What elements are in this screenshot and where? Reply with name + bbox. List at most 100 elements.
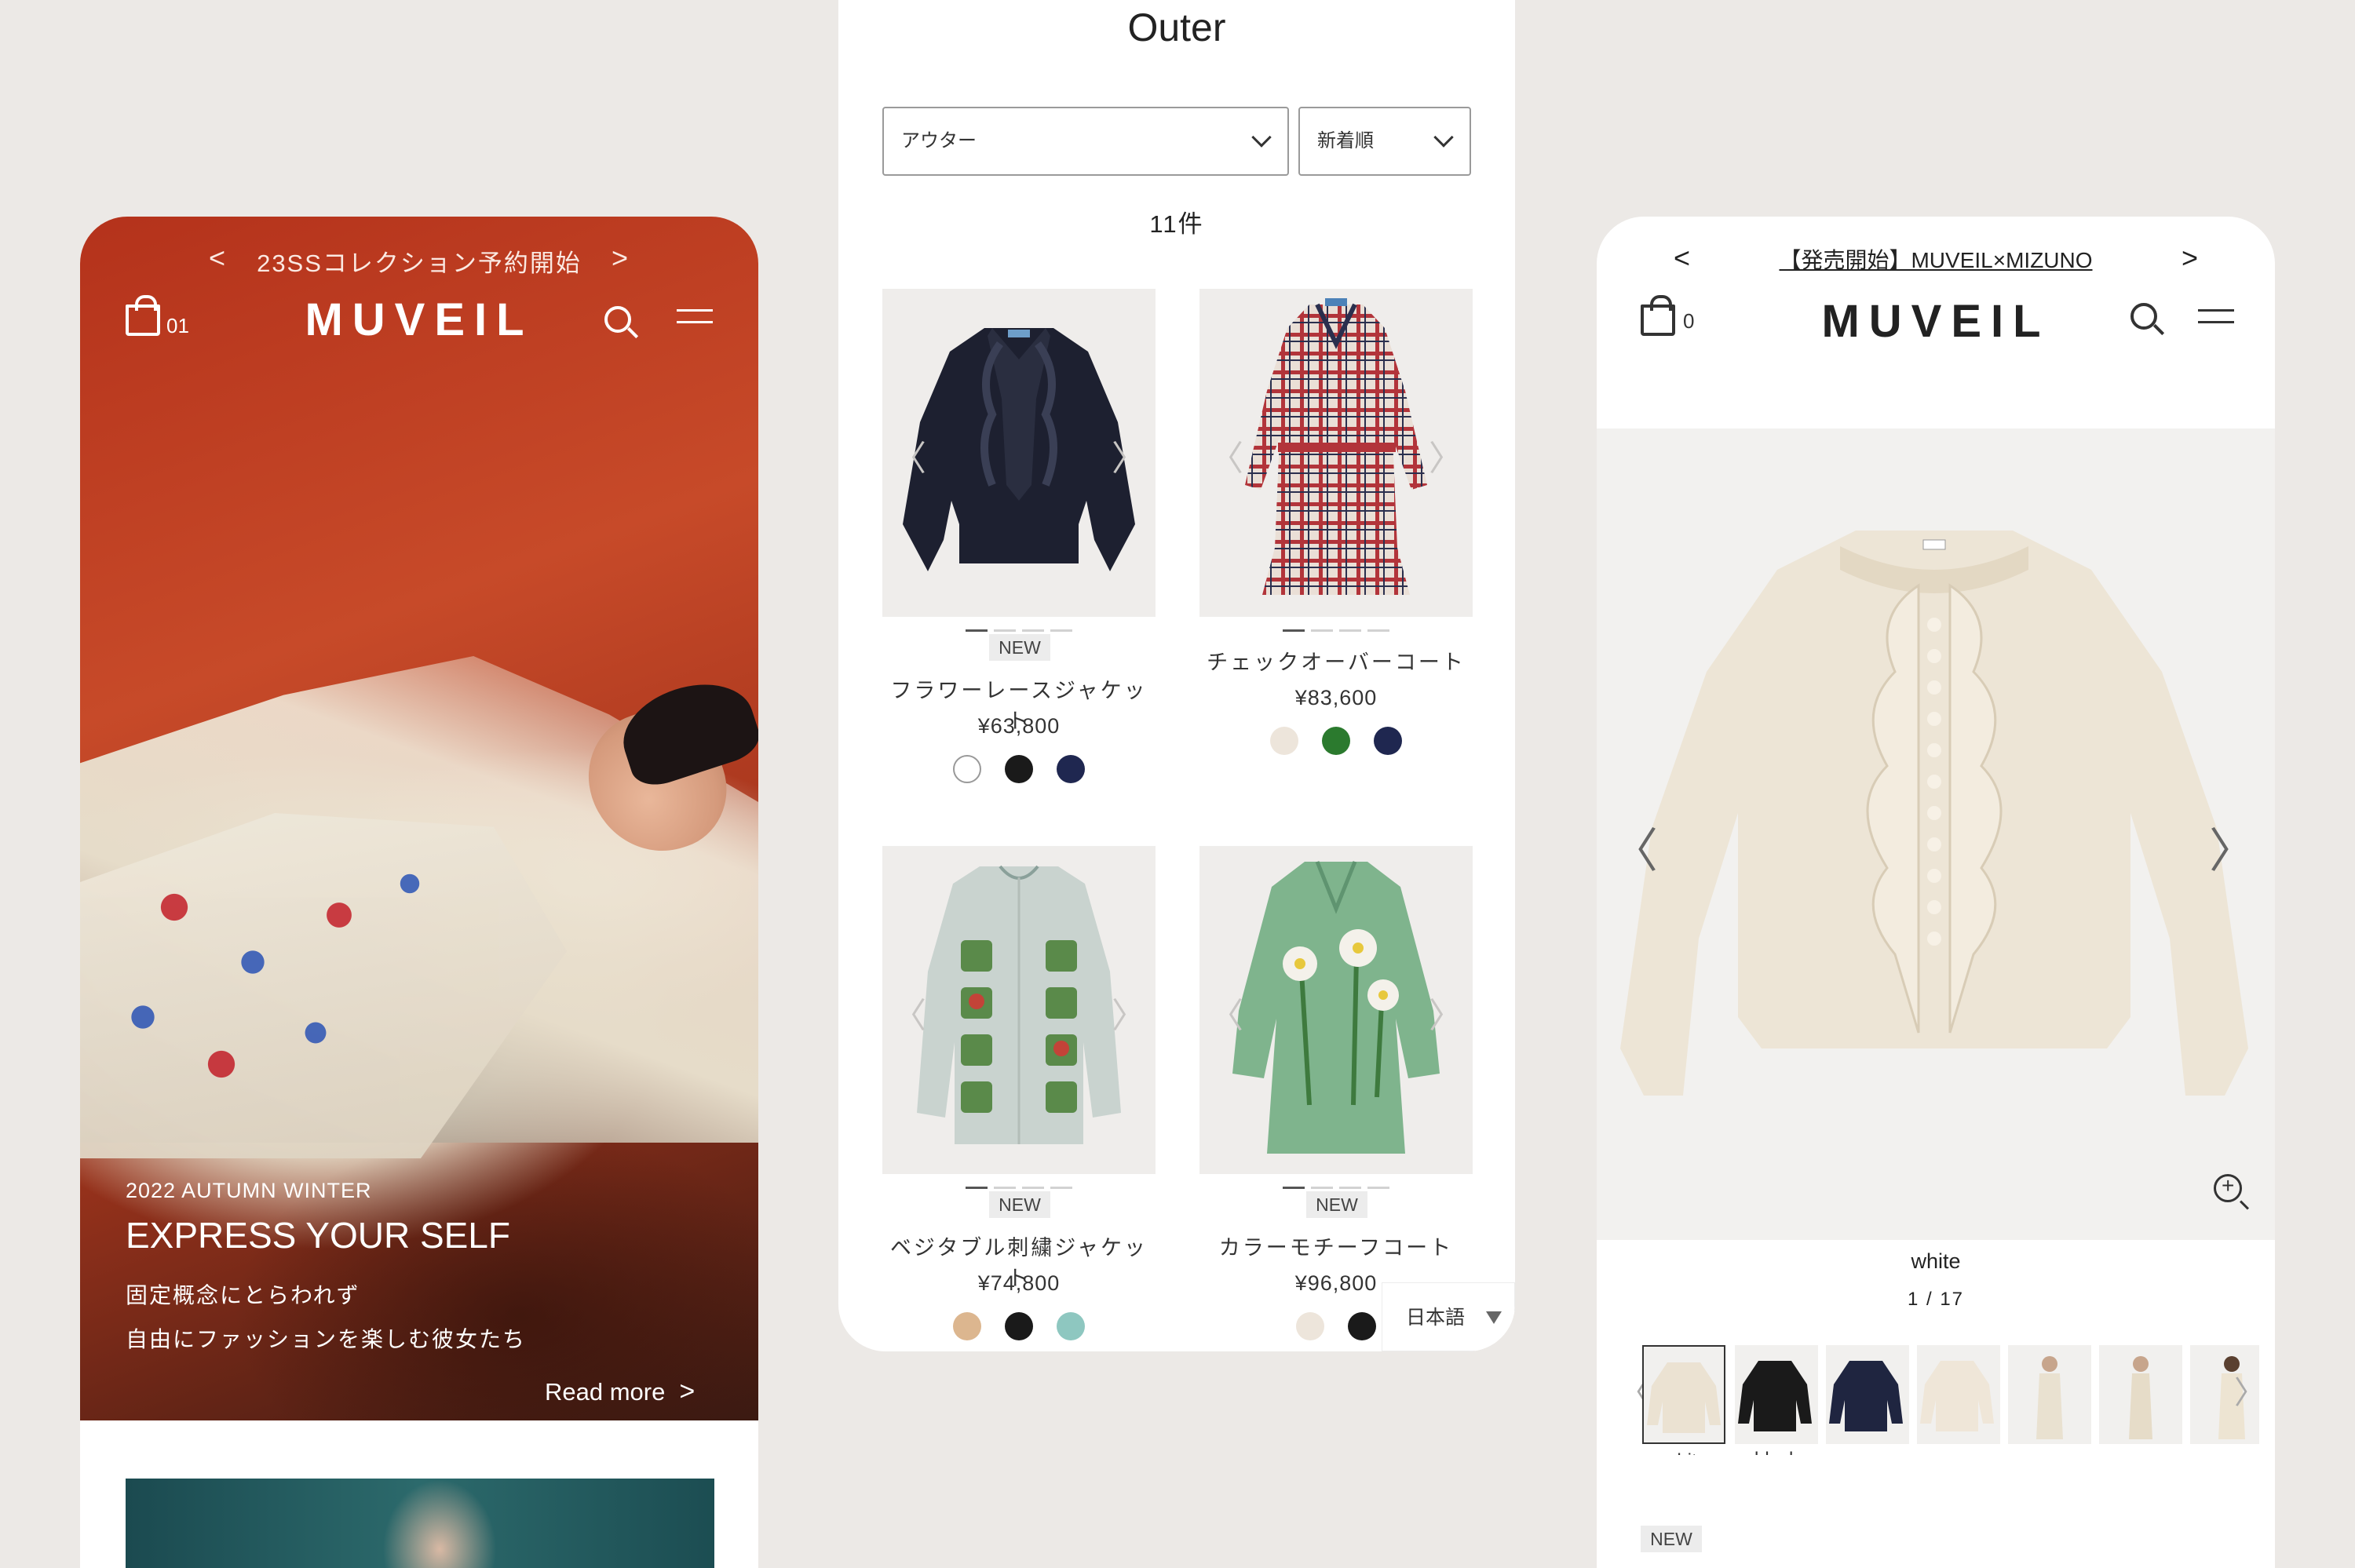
swatch-black[interactable]	[1005, 1312, 1033, 1340]
logo[interactable]: MUVEIL	[80, 294, 758, 346]
product-card[interactable]: 〈 〉 NEW ベジタブル刺繍ジャケット ¥74,800	[882, 846, 1156, 1340]
swatch-beige[interactable]	[953, 1312, 981, 1340]
hero-season: 2022 AUTUMN WINTER	[126, 1179, 372, 1202]
color-swatches	[882, 755, 1156, 787]
thumbnail-image	[1647, 1362, 1721, 1433]
promo-banner[interactable]: < 【発売開始】MUVEIL×MIZUNO >	[1597, 242, 2275, 275]
thumbnail-image	[2129, 1356, 2152, 1439]
secondary-hero-image[interactable]	[126, 1479, 714, 1568]
product-image[interactable]: 〈 〉	[1199, 846, 1473, 1174]
thumbnail-label: navy	[1818, 1449, 1917, 1455]
hero-copy-line: 自由にファッションを楽しむ彼女たち	[126, 1327, 527, 1351]
hero-copy-line: 固定概念にとらわれず	[126, 1283, 360, 1307]
category-select[interactable]: アウター	[882, 107, 1289, 176]
search-icon[interactable]	[2130, 303, 2157, 330]
image-next-icon[interactable]: 〉	[1429, 987, 1463, 1037]
product-price: ¥63,800	[977, 714, 1061, 738]
swatch-ivory[interactable]	[1296, 1312, 1324, 1340]
hero-copy: 固定概念にとらわれず 自由にファッションを楽しむ彼女たち	[126, 1274, 526, 1362]
hero-headline: EXPRESS YOUR SELF	[126, 1215, 510, 1256]
thumbnail-next-icon[interactable]: 〉	[2234, 1367, 2266, 1413]
product-main-image	[1620, 531, 2248, 1096]
thumbnail-label: white	[1642, 1450, 1735, 1455]
thumbnail-model-front[interactable]	[2008, 1345, 2091, 1444]
sort-select[interactable]: 新着順	[1298, 107, 1471, 176]
gallery-next-icon[interactable]: 〉	[2209, 813, 2256, 881]
promo-next-icon[interactable]: >	[2182, 242, 2198, 275]
thumbnail-image	[2036, 1356, 2063, 1439]
new-badge: NEW	[1306, 1191, 1367, 1218]
read-more-label: Read more	[545, 1378, 666, 1406]
menu-icon[interactable]	[2198, 309, 2234, 323]
image-prev-icon[interactable]: 〈	[1209, 987, 1243, 1037]
chevron-down-icon	[1433, 127, 1454, 148]
language-selector[interactable]: 日本語	[1382, 1282, 1515, 1351]
category-screen: Outer アウター 新着順 11件 〈 〉 NEW フラワーレースジャケット …	[838, 0, 1515, 1351]
dropdown-triangle-icon	[1486, 1311, 1502, 1324]
logo[interactable]: MUVEIL	[1597, 295, 2275, 348]
swatch-navy[interactable]	[1374, 727, 1402, 755]
color-swatches	[882, 1312, 1156, 1344]
promo-link[interactable]: 【発売開始】MUVEIL×MIZUNO	[1779, 248, 2092, 272]
swatch-black[interactable]	[1005, 755, 1033, 783]
promo-text[interactable]: 23SSコレクション予約開始	[257, 250, 582, 277]
result-count: 11件	[1149, 210, 1204, 238]
promo-banner[interactable]: < 23SSコレクション予約開始 >	[80, 242, 758, 279]
product-card[interactable]: 〈 〉 チェックオーバーコート ¥83,600	[1199, 289, 1473, 755]
new-badge: NEW	[989, 634, 1050, 661]
category-select-value: アウター	[901, 130, 977, 151]
product-image[interactable]: 〈 〉	[1199, 289, 1473, 617]
home-screen: < 23SSコレクション予約開始 > 01 MUVEIL 2022 AUTUMN…	[80, 217, 758, 1568]
thumbnail-black[interactable]: black	[1735, 1345, 1818, 1455]
thumbnail-label: black	[1727, 1449, 1826, 1455]
product-image[interactable]: 〈 〉	[882, 846, 1156, 1174]
new-badge: NEW	[989, 1191, 1050, 1218]
product-name[interactable]: チェックオーバーコート	[1199, 645, 1473, 676]
promo-next-icon[interactable]: >	[612, 242, 630, 275]
thumbnail-white[interactable]: white	[1642, 1345, 1725, 1455]
swatch-green[interactable]	[1322, 727, 1350, 755]
thumbnail-navy[interactable]: navy	[1826, 1345, 1909, 1455]
product-card[interactable]: 〈 〉 NEW フラワーレースジャケット ¥63,800	[882, 289, 1156, 783]
product-image-gallery[interactable]: 〈 〉	[1597, 428, 2275, 1240]
swatch-navy[interactable]	[1057, 755, 1085, 783]
image-next-icon[interactable]: 〉	[1429, 430, 1463, 480]
image-prev-icon[interactable]: 〈	[1209, 430, 1243, 480]
zoom-in-icon[interactable]	[2214, 1173, 2242, 1202]
sort-select-value: 新着順	[1317, 130, 1374, 151]
menu-icon[interactable]	[677, 309, 713, 323]
hero-image-headwrap	[612, 669, 758, 793]
image-next-icon[interactable]: 〉	[1112, 430, 1146, 480]
swatch-ivory[interactable]	[1270, 727, 1298, 755]
promo-prev-icon[interactable]: <	[1674, 242, 1690, 275]
language-label: 日本語	[1406, 1307, 1466, 1329]
chevron-down-icon	[1251, 127, 1272, 148]
swatch-mint[interactable]	[1057, 1312, 1085, 1340]
image-pager	[1199, 622, 1473, 636]
new-badge: NEW	[1641, 1526, 1702, 1552]
thumbnail-model-side[interactable]	[2099, 1345, 2182, 1444]
image-prev-icon[interactable]: 〈	[892, 987, 926, 1037]
gallery-prev-icon[interactable]: 〈	[1611, 813, 1658, 881]
thumbnail-image	[1920, 1361, 1994, 1431]
product-card[interactable]: 〈 〉 NEW カラーモチーフコート ¥96,800	[1199, 846, 1473, 1340]
read-more-link[interactable]: Read more >	[545, 1377, 695, 1407]
promo-prev-icon[interactable]: <	[209, 242, 227, 275]
selected-color-name: white	[1911, 1249, 1961, 1273]
color-swatches	[1199, 727, 1473, 759]
header: < 23SSコレクション予約開始 > 01 MUVEIL	[80, 217, 758, 350]
image-counter: 1 / 17	[1907, 1289, 1965, 1310]
product-image[interactable]: 〈 〉	[882, 289, 1156, 617]
thumbnail-back-view[interactable]	[1917, 1345, 2000, 1444]
product-price: ¥74,800	[977, 1271, 1061, 1295]
hero-caption: 2022 AUTUMN WINTER EXPRESS YOUR SELF 固定概…	[126, 1179, 526, 1362]
thumbnail-strip: white black navy	[1642, 1345, 2259, 1455]
swatch-black[interactable]	[1348, 1312, 1376, 1340]
image-prev-icon[interactable]: 〈	[892, 430, 926, 480]
swatch-white[interactable]	[953, 755, 981, 783]
search-icon[interactable]	[604, 306, 631, 333]
thumbnail-image	[1829, 1361, 1903, 1431]
thumbnail-image	[1738, 1361, 1812, 1431]
image-next-icon[interactable]: 〉	[1112, 987, 1146, 1037]
product-name[interactable]: カラーモチーフコート	[1199, 1231, 1473, 1261]
